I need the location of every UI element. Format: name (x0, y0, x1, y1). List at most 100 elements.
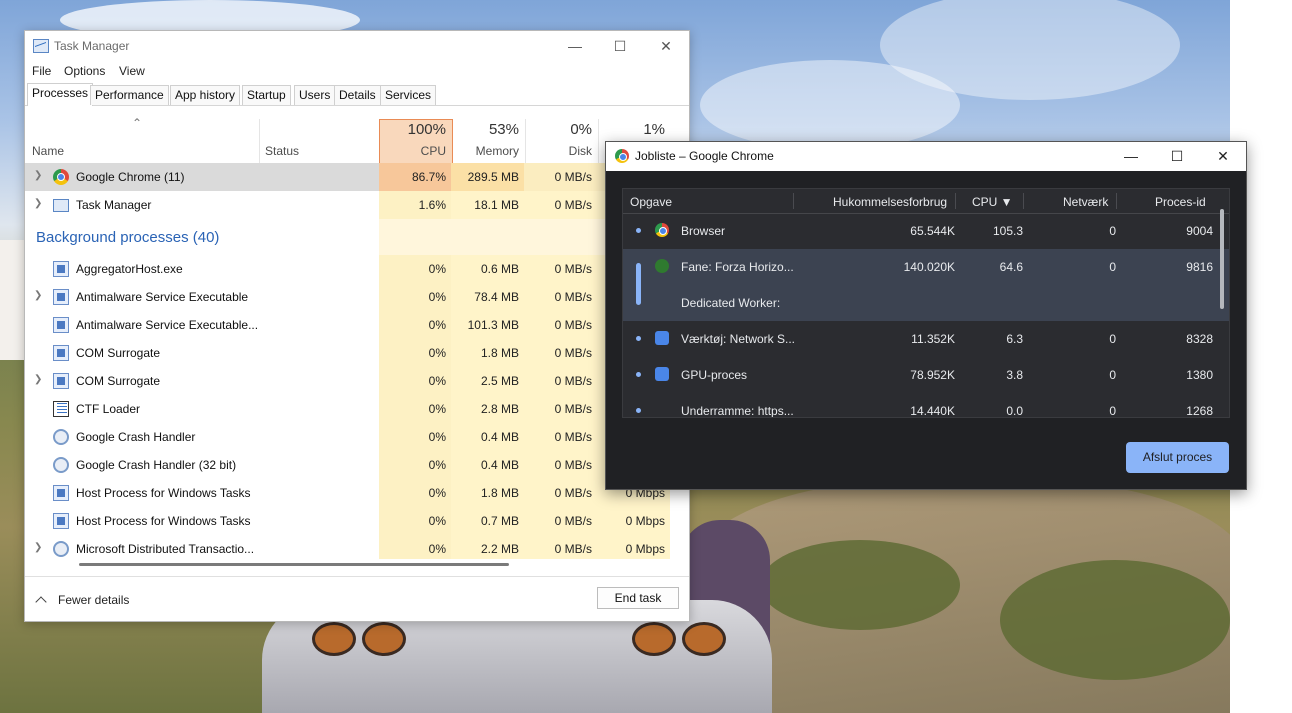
column-process-id[interactable]: Proces-id (1155, 195, 1206, 209)
tab-processes[interactable]: Processes (27, 83, 94, 106)
task-memory: 65.544K (910, 224, 955, 238)
task-cpu: 0.0 (1006, 404, 1023, 418)
column-divider (1116, 193, 1117, 209)
horizontal-scrollbar[interactable] (79, 563, 509, 566)
task-row[interactable]: Browser 65.544K 105.3 0 9004 (623, 213, 1229, 249)
process-row[interactable]: Google Crash Handler 0% 0.4 MB 0 MB/s (25, 423, 689, 451)
process-row[interactable]: ❯ Antimalware Service Executable 0% 78.4 MB… (25, 283, 689, 311)
column-network[interactable]: Netværk (1063, 195, 1108, 209)
task-row[interactable]: Underramme: https... 14.440K 0.0 0 1268 (623, 393, 1229, 418)
column-cpu[interactable]: CPU ▼ (972, 195, 1013, 209)
selection-indicator (636, 263, 641, 305)
task-row[interactable]: Fane: Forza Horizo... Dedicated Worker: 14… (623, 249, 1229, 321)
puzzle-icon (655, 367, 669, 381)
process-cpu: 0% (428, 486, 446, 500)
network-total[interactable]: 1% (598, 121, 665, 138)
process-cpu: 86.7% (411, 170, 446, 184)
process-memory: 101.3 MB (467, 318, 519, 332)
process-row[interactable]: Google Crash Handler (32 bit) 0% 0.4 MB 0 M… (25, 451, 689, 479)
task-memory: 14.440K (910, 404, 955, 418)
task-memory: 78.952K (910, 368, 955, 382)
process-disk: 0 MB/s (554, 402, 592, 416)
service-icon (53, 513, 69, 529)
service-icon (53, 261, 69, 277)
task-pid: 8328 (1186, 332, 1213, 346)
column-name[interactable]: Name (32, 144, 64, 158)
fewer-details-button[interactable]: Fewer details (35, 593, 130, 608)
process-name: CTF Loader (76, 402, 141, 416)
menu-file[interactable]: File (32, 64, 51, 78)
app-row[interactable]: ❯ Google Chrome (11) 86.7% 289.5 MB 0 MB/s (25, 163, 689, 191)
table-header: Opgave Hukommelsesforbrug CPU ▼ Netværk … (623, 189, 1229, 214)
tab-users[interactable]: Users (294, 85, 336, 105)
maximize-button[interactable]: ☐ (597, 31, 643, 61)
expand-chevron-icon[interactable]: ❯ (34, 198, 42, 209)
tab-app-history[interactable]: App history (170, 85, 241, 105)
vertical-scrollbar[interactable] (1220, 209, 1224, 309)
service-icon (53, 289, 69, 305)
process-row[interactable]: Antimalware Service Executable... 0% 101.3… (25, 311, 689, 339)
task-row[interactable]: GPU-proces 78.952K 3.8 0 1380 (623, 357, 1229, 393)
cpu-total[interactable]: 100% (380, 121, 446, 138)
process-memory: 289.5 MB (467, 170, 519, 184)
expand-chevron-icon[interactable]: ❯ (34, 374, 42, 385)
memory-total[interactable]: 53% (452, 121, 519, 138)
column-cpu[interactable]: CPU (380, 144, 446, 158)
process-disk: 0 MB/s (554, 346, 592, 360)
process-memory: 2.2 MB (480, 542, 519, 556)
column-memory[interactable]: Memory (452, 144, 519, 158)
task-cpu: 6.3 (1006, 332, 1023, 346)
menu-view[interactable]: View (119, 64, 145, 78)
process-row[interactable]: Host Process for Windows Tasks 0% 1.8 MB 0 … (25, 479, 689, 507)
process-disk: 0 MB/s (554, 486, 592, 500)
expand-chevron-icon[interactable]: ❯ (34, 542, 42, 553)
window-title: Task Manager (54, 39, 130, 53)
end-process-button[interactable]: Afslut proces (1126, 442, 1229, 473)
expand-chevron-icon[interactable]: ❯ (34, 170, 42, 181)
process-disk: 0 MB/s (554, 290, 592, 304)
process-memory: 18.1 MB (474, 198, 519, 212)
minimize-button[interactable]: — (552, 31, 598, 61)
maximize-button[interactable]: ☐ (1154, 142, 1200, 171)
tab-performance[interactable]: Performance (90, 85, 169, 105)
process-row[interactable]: CTF Loader 0% 2.8 MB 0 MB/s (25, 395, 689, 423)
fewer-details-label: Fewer details (58, 593, 130, 607)
disk-total[interactable]: 0% (525, 121, 592, 138)
close-button[interactable]: ✕ (643, 31, 689, 61)
service-icon (53, 345, 69, 361)
process-row[interactable]: AggregatorHost.exe 0% 0.6 MB 0 MB/s (25, 255, 689, 283)
column-disk[interactable]: Disk (525, 144, 592, 158)
process-disk: 0 MB/s (554, 170, 592, 184)
task-row[interactable]: Værktøj: Network S... 11.352K 6.3 0 8328 (623, 321, 1229, 357)
column-memory[interactable]: Hukommelsesforbrug (833, 195, 947, 209)
process-row[interactable]: COM Surrogate 0% 1.8 MB 0 MB/s (25, 339, 689, 367)
minimize-button[interactable]: — (1108, 142, 1154, 171)
process-disk: 0 MB/s (554, 514, 592, 528)
process-row[interactable]: ❯ Microsoft Distributed Transactio... 0% 2.… (25, 535, 689, 559)
close-button[interactable]: ✕ (1200, 142, 1246, 171)
menu-options[interactable]: Options (64, 64, 105, 78)
tail-light (362, 622, 406, 656)
end-task-button[interactable]: End task (597, 587, 679, 609)
process-row[interactable]: Host Process for Windows Tasks 0% 0.7 MB 0 … (25, 507, 689, 535)
task-pid: 1380 (1186, 368, 1213, 382)
process-name: Host Process for Windows Tasks (76, 514, 251, 528)
tab-services[interactable]: Services (380, 85, 437, 105)
chrome-task-manager-window: Jobliste – Google Chrome — ☐ ✕ Opgave Hu… (605, 141, 1247, 490)
process-memory: 0.4 MB (480, 458, 519, 472)
app-row[interactable]: ❯ Task Manager 1.6% 18.1 MB 0 MB/s (25, 191, 689, 219)
process-name: Google Crash Handler (76, 430, 196, 444)
column-status[interactable]: Status (265, 144, 299, 158)
cell-background (379, 219, 451, 255)
tab-startup[interactable]: Startup (242, 85, 291, 105)
service-icon (53, 373, 69, 389)
process-cpu: 0% (428, 346, 446, 360)
task-manager-icon (33, 39, 49, 53)
process-row[interactable]: ❯ COM Surrogate 0% 2.5 MB 0 MB/s (25, 367, 689, 395)
process-disk: 0 MB/s (554, 430, 592, 444)
column-task[interactable]: Opgave (630, 195, 672, 209)
expand-chevron-icon[interactable]: ❯ (34, 290, 42, 301)
task-network: 0 (1109, 260, 1116, 274)
column-divider (955, 193, 956, 209)
tab-details[interactable]: Details (334, 85, 381, 105)
